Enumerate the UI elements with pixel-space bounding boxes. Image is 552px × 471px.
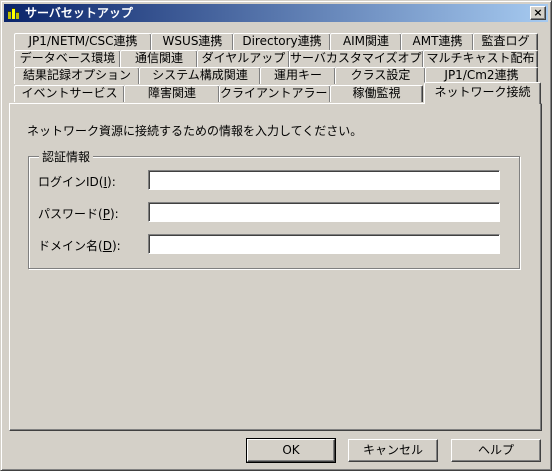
tab-jp1-netm-csc[interactable]: JP1/NETM/CSC連携 [14, 33, 152, 50]
close-button[interactable]: × [530, 6, 546, 20]
tab-wsus[interactable]: WSUS連携 [151, 33, 234, 50]
tab-label: マルチキャスト配布 [426, 51, 535, 65]
tab-directory[interactable]: Directory連携 [233, 33, 331, 50]
tab-dialup[interactable]: ダイヤルアップ [197, 50, 290, 67]
tab-label: JP1/NETM/CSC連携 [28, 34, 138, 48]
title-bar[interactable]: サーバセットアップ × [4, 4, 548, 22]
tab-failure[interactable]: 障害関連 [124, 85, 220, 102]
tab-label: ダイヤルアップ [201, 51, 286, 65]
tab-label: システム構成関連 [152, 68, 248, 82]
tab-label: 結果記録オプション [22, 68, 131, 82]
tab-audit-log[interactable]: 監査ログ [473, 33, 538, 50]
tab-operation-key[interactable]: 運用キー [260, 67, 336, 84]
tab-server-customize[interactable]: サーバカスタマイズオプション [289, 50, 424, 67]
help-button[interactable]: ヘルプ [451, 439, 541, 462]
tab-system-config[interactable]: システム構成関連 [139, 67, 261, 84]
tab-label: 監査ログ [481, 34, 530, 48]
setup-dialog: サーバセットアップ × JP1/NETM/CSC連携 WSUS連携 Direct… [0, 0, 552, 471]
domain-label: ドメイン名(D): [38, 239, 121, 253]
tab-amt[interactable]: AMT連携 [401, 33, 474, 50]
ok-button[interactable]: OK [246, 438, 336, 463]
password-input[interactable] [148, 202, 500, 222]
tab-communication[interactable]: 通信関連 [120, 50, 198, 67]
cancel-button[interactable]: キャンセル [348, 439, 438, 462]
auth-group-title: 認証情報 [39, 148, 94, 165]
domain-input[interactable] [148, 234, 500, 254]
login-id-label: ログインID(I): [38, 175, 116, 189]
tab-label: AIM関連 [342, 34, 390, 48]
tab-operation-monitor[interactable]: 稼働監視 [330, 85, 423, 102]
tab-label: 稼働監視 [352, 86, 401, 100]
tab-label: Directory連携 [242, 34, 322, 48]
tab-aim[interactable]: AIM関連 [330, 33, 402, 50]
window-title: サーバセットアップ [25, 6, 133, 20]
tab-label: サーバカスタマイズオプション [290, 51, 423, 65]
tab-multicast[interactable]: マルチキャスト配布 [423, 50, 538, 67]
tab-label: ネットワーク接続 [434, 85, 531, 99]
close-icon: × [533, 6, 543, 19]
tab-class-settings[interactable]: クラス設定 [335, 67, 426, 84]
tab-label: AMT連携 [412, 34, 463, 48]
tab-label: データベース環境 [19, 51, 116, 65]
tab-result-record[interactable]: 結果記録オプション [14, 67, 140, 84]
tab-label: イベントサービス [21, 86, 118, 100]
instruction-text: ネットワーク資源に接続するための情報を入力してください。 [27, 124, 363, 138]
tab-database[interactable]: データベース環境 [14, 50, 121, 67]
tab-label: WSUS連携 [162, 34, 223, 48]
tab-label: クライアントアラート [220, 86, 331, 100]
tab-label: 運用キー [273, 68, 322, 82]
tab-label: クラス設定 [350, 68, 411, 82]
tab-network-connection[interactable]: ネットワーク接続 [424, 82, 541, 104]
tab-client-alert[interactable]: クライアントアラート [219, 85, 331, 102]
app-icon [8, 8, 19, 19]
tab-label: 通信関連 [134, 51, 183, 65]
tab-event-service[interactable]: イベントサービス [14, 85, 125, 102]
tab-label: 障害関連 [147, 86, 196, 100]
login-id-input[interactable] [148, 170, 500, 190]
tab-label: JP1/Cm2連携 [444, 68, 519, 82]
password-label: パスワード(P): [38, 207, 119, 221]
